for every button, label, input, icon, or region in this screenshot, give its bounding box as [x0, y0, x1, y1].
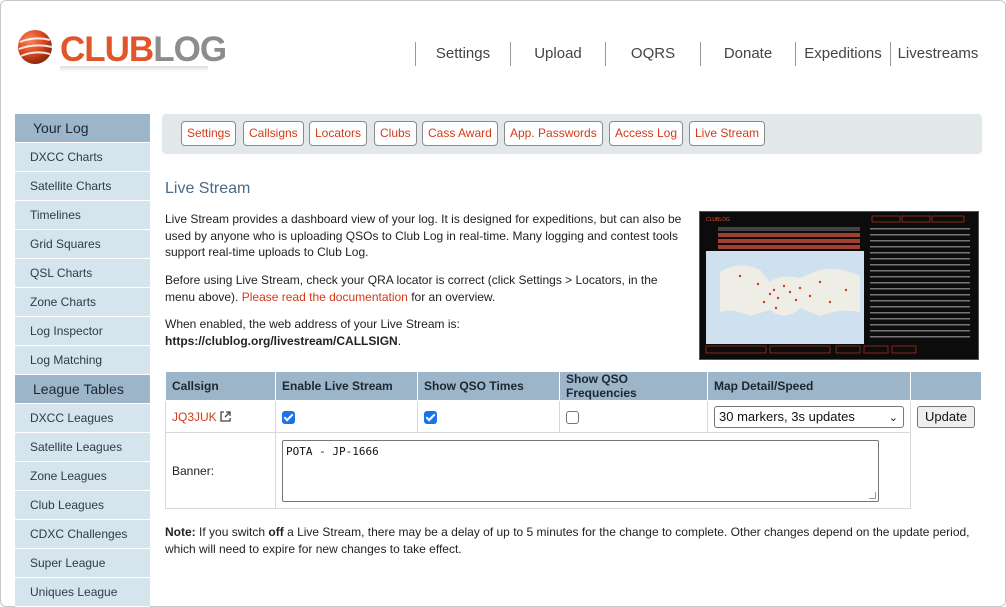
topnav-oqrs[interactable]: OQRS [605, 42, 700, 66]
sidebar-item-qsl-charts[interactable]: QSL Charts [15, 259, 150, 288]
col-actions [910, 371, 982, 401]
livestream-preview-image: CLUBLOG [699, 211, 979, 360]
sidebar-item-log-inspector[interactable]: Log Inspector [15, 317, 150, 346]
tab-app-passwords[interactable]: App. Passwords [504, 121, 603, 146]
sidebar-heading-league-tables[interactable]: League Tables [15, 375, 150, 404]
show-qso-frequencies-checkbox[interactable] [566, 410, 579, 424]
sidebar-item-super-league[interactable]: Super League [15, 549, 150, 578]
tab-callsigns[interactable]: Callsigns [243, 121, 304, 146]
tab-cass-award[interactable]: Cass Award [422, 121, 498, 146]
sidebar-item-uniques-league[interactable]: Uniques League [15, 578, 150, 607]
sidebar-item-dxcc-leagues[interactable]: DXCC Leagues [15, 404, 150, 433]
sidebar-item-satellite-leagues[interactable]: Satellite Leagues [15, 433, 150, 462]
col-show-qso-frequencies: Show QSO Frequencies [559, 371, 708, 401]
stream-url: https://clublog.org/livestream/CALLSIGN [165, 333, 398, 348]
top-nav: Settings Upload OQRS Donate Expeditions … [415, 42, 985, 66]
sidebar-item-club-leagues[interactable]: Club Leagues [15, 491, 150, 520]
external-link-icon[interactable] [220, 410, 231, 422]
sidebar-item-zone-leagues[interactable]: Zone Leagues [15, 462, 150, 491]
sidebar-item-dxcc-charts[interactable]: DXCC Charts [15, 143, 150, 172]
sidebar-item-grid-squares[interactable]: Grid Squares [15, 230, 150, 259]
documentation-link[interactable]: Please read the documentation [242, 290, 408, 304]
update-button[interactable]: Update [917, 405, 975, 428]
livestream-settings-table: Callsign Enable Live Stream Show QSO Tim… [165, 371, 982, 509]
tab-settings[interactable]: Settings [181, 121, 237, 146]
col-show-qso-times: Show QSO Times [417, 371, 560, 401]
col-map-detail-speed: Map Detail/Speed [706, 371, 912, 401]
tab-live-stream[interactable]: Live Stream [689, 121, 766, 146]
topnav-upload[interactable]: Upload [510, 42, 605, 66]
note-text: Note: If you switch off a Live Stream, t… [165, 525, 970, 556]
tab-access-log[interactable]: Access Log [609, 121, 684, 146]
clublog-logo[interactable]: CLUBLOG [16, 28, 227, 74]
map-detail-select[interactable]: 30 markers, 3s updates ⌄ [714, 405, 904, 428]
callsign-link[interactable]: JQ3JUK [172, 410, 217, 424]
sidebar-item-log-matching[interactable]: Log Matching [15, 346, 150, 375]
globe-logo-icon [18, 30, 53, 64]
sidebar-item-satellite-charts[interactable]: Satellite Charts [15, 172, 150, 201]
sidebar: Your Log DXCC Charts Satellite Charts Ti… [15, 114, 150, 607]
enable-live-stream-checkbox[interactable] [282, 410, 295, 424]
tab-clubs[interactable]: Clubs [374, 121, 417, 146]
banner-textarea[interactable]: POTA - JP-1666 [282, 439, 879, 502]
topnav-donate[interactable]: Donate [700, 42, 795, 66]
sidebar-item-cdxc-challenges[interactable]: CDXC Challenges [15, 520, 150, 549]
topnav-livestreams[interactable]: Livestreams [890, 42, 985, 66]
table-row: JQ3JUK 30 markers, 3s updates ⌄ Update [165, 400, 982, 433]
tab-locators[interactable]: Locators [309, 121, 368, 146]
sidebar-item-timelines[interactable]: Timelines [15, 201, 150, 230]
col-enable-live-stream: Enable Live Stream [275, 371, 418, 401]
topnav-expeditions[interactable]: Expeditions [795, 42, 890, 66]
col-callsign: Callsign [165, 371, 276, 401]
before-text: Before using Live Stream, check your QRA… [165, 273, 658, 304]
resize-grip-icon[interactable] [869, 491, 876, 499]
intro-text: Live Stream provides a dashboard view of… [165, 212, 682, 259]
sidebar-heading-your-log[interactable]: Your Log [15, 114, 150, 143]
svg-text:CLUBLOG: CLUBLOG [706, 217, 730, 223]
show-qso-times-checkbox[interactable] [424, 410, 437, 424]
enabled-text: When enabled, the web address of your Li… [165, 317, 460, 348]
banner-label: Banner: [165, 432, 276, 509]
sidebar-item-zone-charts[interactable]: Zone Charts [15, 288, 150, 317]
settings-tab-bar: Settings Callsigns Locators Clubs Cass A… [162, 114, 982, 154]
chevron-down-icon: ⌄ [888, 411, 898, 424]
logo-text: CLUBLOG [60, 30, 227, 69]
topnav-settings[interactable]: Settings [415, 42, 510, 66]
page-title: Live Stream [165, 180, 251, 197]
